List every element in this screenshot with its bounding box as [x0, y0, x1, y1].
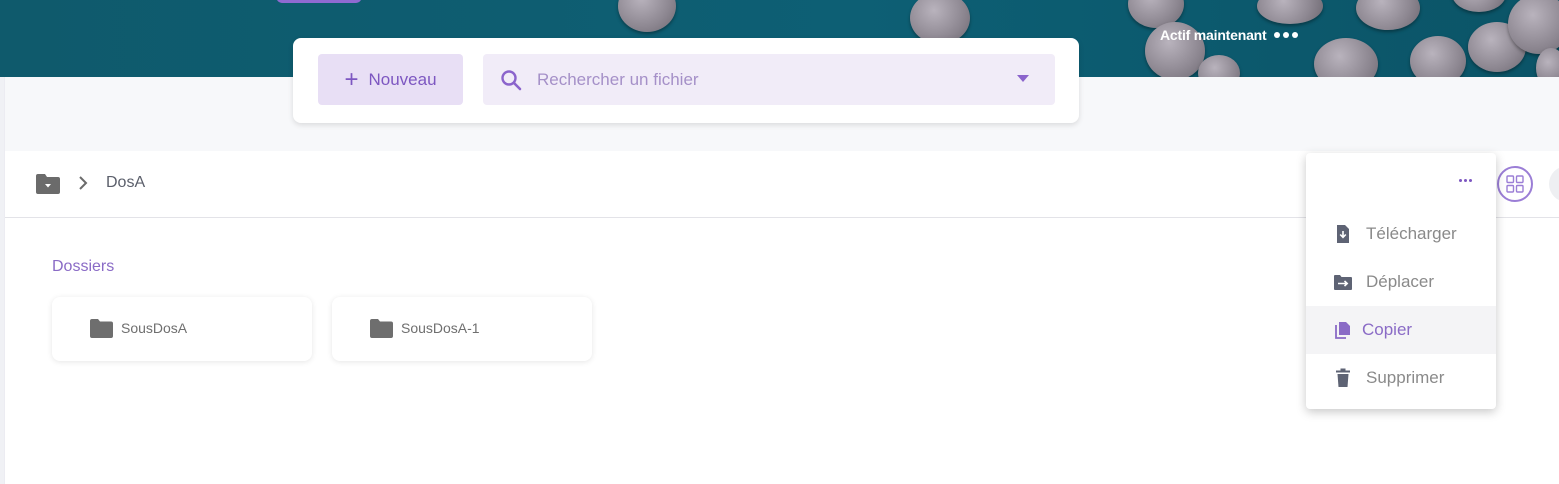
folder-move-icon — [1334, 275, 1352, 290]
search-bar[interactable] — [483, 54, 1055, 105]
folder-name: SousDosA-1 — [401, 320, 480, 336]
plus-icon: + — [344, 65, 359, 93]
new-button-label: Nouveau — [368, 69, 437, 89]
folder-icon — [90, 319, 113, 338]
grid-view-button[interactable] — [1497, 166, 1533, 202]
menu-item-label: Supprimer — [1366, 368, 1445, 387]
list-view-button[interactable] — [1549, 166, 1559, 202]
status-indicator: Actif maintenant — [1160, 27, 1299, 43]
file-download-icon — [1337, 225, 1349, 243]
copy-icon — [1335, 322, 1350, 339]
menu-item-copy[interactable]: Copier — [1306, 306, 1496, 354]
menu-item-label: Télécharger — [1366, 224, 1457, 243]
chevron-down-icon[interactable] — [1017, 75, 1029, 82]
folder-home-icon[interactable] — [35, 173, 61, 195]
more-horizontal-icon[interactable] — [1459, 179, 1472, 182]
breadcrumb-current[interactable]: DosA — [106, 174, 145, 192]
folder-icon — [370, 319, 393, 338]
chevron-right-icon — [79, 176, 88, 190]
header-tab-button[interactable] — [276, 0, 362, 3]
folder-name: SousDosA — [121, 320, 188, 336]
status-label: Actif maintenant — [1160, 27, 1267, 43]
search-input[interactable] — [537, 54, 1007, 105]
grid-icon — [1506, 175, 1524, 193]
search-icon — [501, 70, 522, 91]
menu-item-label: Déplacer — [1366, 272, 1435, 291]
context-menu: Télécharger Déplacer Copier Supprimer — [1306, 153, 1496, 409]
trash-icon — [1336, 368, 1350, 387]
menu-item-label: Copier — [1362, 320, 1413, 339]
folder-card[interactable]: SousDosA — [52, 297, 312, 361]
section-title: Dossiers — [52, 258, 115, 275]
folder-card[interactable]: SousDosA-1 — [332, 297, 592, 361]
menu-item-delete[interactable]: Supprimer — [1306, 354, 1496, 402]
toolbar-card: + Nouveau — [293, 38, 1079, 123]
left-edge — [0, 77, 5, 484]
new-button[interactable]: + Nouveau — [318, 54, 463, 105]
menu-item-download[interactable]: Télécharger — [1306, 210, 1496, 258]
menu-item-move[interactable]: Déplacer — [1306, 258, 1496, 306]
more-dots-icon[interactable] — [1274, 32, 1299, 38]
